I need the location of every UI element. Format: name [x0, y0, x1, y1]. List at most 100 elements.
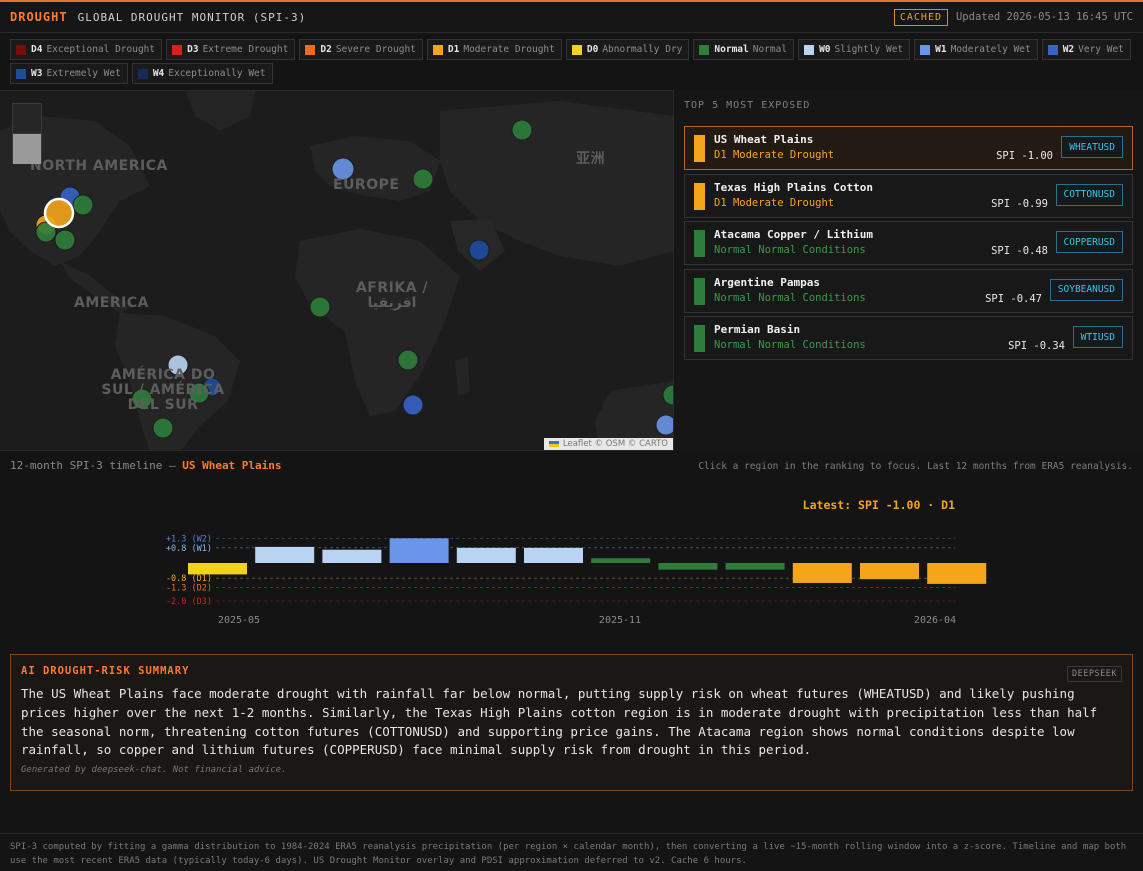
timeline-bar: [927, 563, 987, 584]
map-label-north-america: NORTH AMERICA: [30, 158, 168, 174]
region-name: Atacama Copper / Lithium: [714, 228, 873, 241]
legend-label: Very Wet: [1078, 44, 1124, 55]
timeline-bar: [792, 563, 852, 583]
ranking-card[interactable]: US Wheat Plains D1 Moderate Drought SPI -1…: [684, 126, 1133, 170]
legend-label: Exceptionally Wet: [168, 68, 266, 79]
region-name: Permian Basin: [714, 323, 801, 336]
legend-chip-d0[interactable]: D0 Abnormally Dry: [565, 39, 690, 60]
category-color-bar: [694, 182, 705, 210]
region-marker[interactable]: [43, 197, 75, 229]
legend-chip-w1[interactable]: W1 Moderately Wet: [914, 39, 1038, 60]
category-color-bar: [694, 325, 705, 352]
ranking-card[interactable]: Texas High Plains Cotton D1 Moderate Drou…: [684, 173, 1133, 218]
region-category: Normal Normal Conditions: [714, 244, 866, 256]
region-marker[interactable]: [402, 394, 424, 416]
legend-code: W4: [152, 68, 165, 79]
timeline-bar: [860, 563, 919, 580]
spi-value: SPI -1.00: [996, 150, 1053, 162]
region-marker[interactable]: [152, 417, 174, 439]
legend-chip-normal[interactable]: Normal Normal: [693, 39, 795, 60]
ranking-card[interactable]: Permian Basin Normal Normal Conditions SPI…: [684, 316, 1133, 360]
category-color-bar: [694, 135, 705, 162]
region-marker[interactable]: [397, 349, 419, 371]
ticker-badge[interactable]: COPPERUSD: [1055, 231, 1123, 253]
legend-chip-d1[interactable]: D1 Moderate Drought: [426, 39, 562, 60]
legend-swatch: [804, 44, 815, 55]
header-status: CACHED Updated 2026-05-13 16:45 UTC: [893, 8, 1133, 26]
ticker-badge[interactable]: COTTONUSD: [1055, 183, 1123, 206]
legend-chip-d3[interactable]: D3 Extreme Drought: [166, 39, 296, 60]
legend-label: Abnormally Dry: [602, 44, 683, 55]
map-label-asia: 亚洲: [576, 151, 605, 167]
timeline-svg: Latest: SPI -1.00 · D1 +1.3 (W2)+0.8 (W1)…: [166, 498, 987, 626]
ranking-title: TOP 5 MOST EXPOSED: [684, 100, 811, 111]
zoom-out-button[interactable]: [13, 134, 41, 164]
reference-label: -1.3 (D2): [166, 584, 212, 594]
legend-swatch: [16, 44, 26, 55]
drought-map[interactable]: NORTH AMERICA EUROPE 亚洲 AFRIKA / افريقيا…: [0, 90, 673, 451]
region-marker[interactable]: [412, 168, 434, 190]
legend-code: W3: [31, 68, 43, 79]
region-marker[interactable]: [309, 296, 331, 318]
category-legend: D4 Exceptional Drought D3 Extreme Drought D2…: [0, 33, 1143, 90]
legend-label: Extreme Drought: [202, 44, 289, 55]
legend-swatch: [1047, 44, 1058, 55]
ticker-badge[interactable]: WTIUSD: [1072, 326, 1123, 348]
legend-code: W1: [935, 44, 947, 55]
reference-label: -0.8 (D1): [166, 574, 212, 584]
spi-value: SPI -0.48: [991, 245, 1048, 257]
ukraine-flag-icon: [548, 440, 559, 447]
legend-swatch: [920, 44, 931, 55]
map-attribution[interactable]: Leaflet © OSM © CARTO: [543, 438, 673, 450]
methodology-footer: SPI-3 computed by fitting a gamma distri…: [0, 833, 1143, 871]
legend-label: Slightly Wet: [834, 44, 904, 55]
timeline-bar: [725, 563, 785, 570]
legend-swatch: [137, 68, 148, 79]
timeline-bar: [456, 547, 516, 563]
region-marker[interactable]: [468, 239, 490, 261]
timeline-bar: [322, 549, 382, 563]
zoom-in-button[interactable]: [13, 104, 41, 134]
legend-chip-w3[interactable]: W3 Extremely Wet: [10, 63, 128, 84]
timeline-region: US Wheat Plains: [182, 459, 282, 472]
legend-chip-w4[interactable]: W4 Exceptionally Wet: [131, 63, 273, 84]
legend-code: D4: [31, 44, 43, 55]
region-marker[interactable]: [54, 229, 76, 251]
region-marker[interactable]: [72, 194, 94, 216]
legend-chip-d4[interactable]: D4 Exceptional Drought: [10, 39, 163, 60]
cache-badge: CACHED: [893, 8, 948, 26]
model-badge: DEEPSEEK: [1067, 666, 1122, 682]
region-marker[interactable]: [655, 414, 673, 436]
legend-label: Extremely Wet: [46, 68, 121, 79]
legend-label: Moderate Drought: [463, 44, 555, 55]
x-tick-label: 2025-05: [218, 615, 260, 626]
legend-code: W2: [1062, 44, 1075, 55]
top-bar: DROUGHT GLOBAL DROUGHT MONITOR (SPI-3) C…: [0, 0, 1143, 33]
updated-timestamp: Updated 2026-05-13 16:45 UTC: [955, 11, 1133, 23]
legend-swatch: [16, 68, 26, 79]
region-category: D1 Moderate Drought: [714, 149, 835, 161]
legend-code: D2: [320, 44, 332, 55]
map-label-south-america: AMÉRICA DO SUL / AMÉRICA DEL SUR: [101, 367, 225, 413]
legend-chip-w2[interactable]: W2 Very Wet: [1041, 39, 1131, 60]
ranking-card[interactable]: Atacama Copper / Lithium Normal Normal Co…: [684, 221, 1133, 265]
legend-swatch: [432, 44, 443, 55]
legend-chip-d2[interactable]: D2 Severe Drought: [299, 39, 423, 60]
x-tick-label: 2026-04: [914, 615, 956, 626]
spi-value: SPI -0.99: [991, 197, 1048, 210]
ticker-badge[interactable]: WHEATUSD: [1061, 136, 1123, 158]
timeline-bar: [591, 558, 651, 563]
timeline-bar: [188, 563, 247, 575]
category-color-bar: [694, 230, 705, 257]
region-name: US Wheat Plains: [714, 133, 814, 146]
timeline-bar: [524, 547, 583, 563]
region-marker[interactable]: [511, 119, 533, 141]
ai-summary-panel: AI DROUGHT-RISK SUMMARY DEEPSEEK The US …: [10, 654, 1133, 791]
legend-chip-w0[interactable]: W0 Slightly Wet: [798, 39, 911, 60]
timeline-bar: [658, 563, 718, 570]
reference-label: +1.3 (W2): [166, 534, 212, 544]
brand-label: DROUGHT: [10, 10, 68, 24]
ranking-card[interactable]: Argentine Pampas Normal Normal Conditions…: [684, 268, 1133, 313]
ranking-panel: TOP 5 MOST EXPOSED US Wheat Plains D1 Mod…: [673, 90, 1143, 451]
ticker-badge[interactable]: SOYBEANUSD: [1049, 278, 1123, 301]
